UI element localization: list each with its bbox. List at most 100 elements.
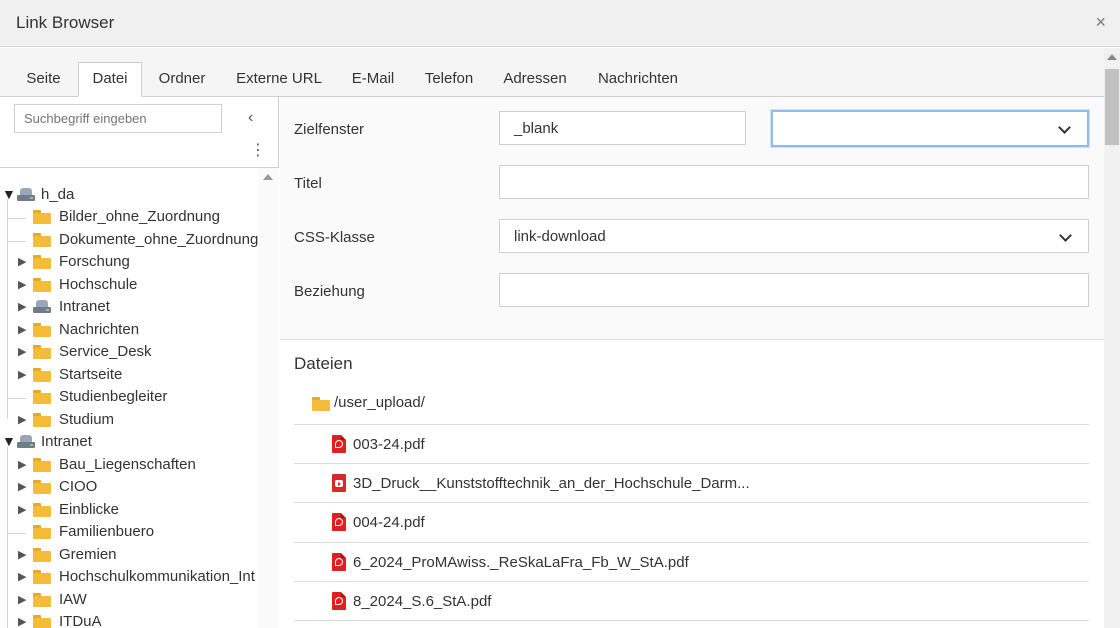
target-select[interactable] — [771, 110, 1089, 147]
collapsed-arrow-icon[interactable]: ▶ — [18, 413, 30, 426]
storage-mount-icon — [17, 188, 35, 204]
relation-input[interactable] — [499, 273, 1089, 307]
collapsed-arrow-icon[interactable]: ▶ — [18, 570, 30, 583]
tree-node-label: Hochschulkommunikation_Int — [59, 568, 255, 585]
css-class-select[interactable]: link-download — [499, 219, 1089, 253]
tree-menu-icon[interactable]: ⋮ — [250, 143, 266, 159]
pdf-file-icon — [332, 435, 346, 453]
tab-telefon[interactable]: Telefon — [416, 63, 482, 97]
tree-node-label: Familienbuero — [59, 523, 155, 540]
folder-path: /user_upload/ — [334, 394, 425, 411]
collapsed-arrow-icon[interactable]: ▶ — [18, 300, 30, 313]
tree-guide — [8, 218, 26, 219]
pdf-file-icon — [332, 513, 346, 531]
expanded-arrow-icon[interactable]: ▼ — [2, 433, 16, 449]
tree-node-label: Intranet — [41, 433, 92, 450]
tree-node-label: ITDuA — [59, 613, 102, 628]
file-row[interactable]: 6_2024_ProMAwiss._ReSkaLaFra_Fb_W_StA.pd… — [294, 542, 1089, 581]
tab-email[interactable]: E-Mail — [343, 63, 403, 97]
folder-icon — [33, 525, 51, 539]
tree-node-label: Startseite — [59, 366, 123, 383]
tree-guide — [7, 447, 8, 628]
target-input[interactable]: _blank — [499, 111, 746, 145]
tab-adressen[interactable]: Adressen — [495, 63, 575, 97]
tree-node-label: Hochschule — [59, 276, 138, 293]
collapsed-arrow-icon[interactable]: ▶ — [18, 593, 30, 606]
css-class-value: link-download — [514, 228, 606, 245]
collapsed-arrow-icon[interactable]: ▶ — [18, 345, 30, 358]
tree-node-label: Nachrichten — [59, 321, 140, 338]
collapsed-arrow-icon[interactable]: ▶ — [18, 323, 30, 336]
file-name: 8_2024_S.6_StA.pdf — [353, 593, 492, 610]
tree-guide — [8, 241, 26, 242]
storage-mount-icon — [33, 300, 51, 316]
scrollbar-thumb[interactable] — [1105, 69, 1119, 145]
tab-externe-url[interactable]: Externe URL — [228, 63, 330, 97]
file-name: 004-24.pdf — [353, 514, 425, 531]
collapsed-arrow-icon[interactable]: ▶ — [18, 278, 30, 291]
tree-scrollbar[interactable] — [259, 168, 279, 628]
collapse-sidebar-icon[interactable]: ‹ — [248, 109, 253, 127]
file-name: 3D_Druck__Kunststofftechnik_an_der_Hochs… — [353, 475, 750, 492]
collapsed-arrow-icon[interactable]: ▶ — [18, 255, 30, 268]
tab-seite[interactable]: Seite — [16, 63, 71, 97]
tree-node-label: Forschung — [59, 253, 130, 270]
tree-node-label: Intranet — [59, 298, 110, 315]
tree-node-label: Bilder_ohne_Zuordnung — [59, 208, 220, 225]
folder-icon — [33, 255, 51, 269]
collapsed-arrow-icon[interactable]: ▶ — [18, 458, 30, 471]
tab-datei[interactable]: Datei — [78, 62, 142, 97]
folder-icon — [33, 210, 51, 224]
tab-bar: Seite Datei Ordner Externe URL E-Mail Te… — [0, 48, 1104, 97]
tab-ordner[interactable]: Ordner — [150, 63, 214, 97]
tree-node-label: Dokumente_ohne_Zuordnung — [59, 231, 258, 248]
link-attributes-form: Zielfenster _blank Titel CSS-Klasse link… — [280, 97, 1104, 340]
target-label: Zielfenster — [294, 121, 365, 138]
collapsed-arrow-icon[interactable]: ▶ — [18, 548, 30, 561]
tree-search-input[interactable] — [14, 104, 222, 133]
tab-nachrichten[interactable]: Nachrichten — [589, 63, 687, 97]
collapsed-arrow-icon[interactable]: ▶ — [18, 480, 30, 493]
tree-divider — [0, 167, 279, 168]
storage-mount-icon — [17, 435, 35, 451]
folder-icon — [33, 480, 51, 494]
pdf-file-icon — [332, 592, 346, 610]
file-row[interactable]: 8_2024_S.6_StA.pdf — [294, 581, 1089, 620]
main-scrollbar[interactable] — [1104, 48, 1120, 628]
collapsed-arrow-icon[interactable]: ▶ — [18, 503, 30, 516]
relation-label: Beziehung — [294, 283, 365, 300]
tree-node-label: IAW — [59, 591, 87, 608]
folder-icon — [33, 278, 51, 292]
title-input[interactable] — [499, 165, 1089, 199]
video-file-icon — [332, 474, 346, 492]
folder-icon — [33, 503, 51, 517]
scroll-up-icon[interactable] — [263, 174, 273, 180]
folder-icon — [33, 548, 51, 562]
file-tree-panel: ‹ ⋮ ▼ h_da Bilder_ohne_Zuordnung Dokumen… — [0, 97, 279, 628]
folder-tree: ▼ h_da Bilder_ohne_Zuordnung Dokumente_o… — [0, 185, 258, 628]
scroll-up-icon[interactable] — [1107, 54, 1117, 60]
title-label: Titel — [294, 175, 322, 192]
collapsed-arrow-icon[interactable]: ▶ — [18, 368, 30, 381]
close-icon[interactable]: × — [1095, 13, 1106, 31]
tree-guide — [7, 199, 8, 419]
collapsed-arrow-icon[interactable]: ▶ — [18, 615, 30, 628]
folder-icon — [33, 233, 51, 247]
folder-icon — [33, 390, 51, 404]
file-row[interactable]: 004-24.pdf — [294, 502, 1089, 541]
folder-icon — [33, 323, 51, 337]
files-heading: Dateien — [294, 354, 353, 373]
folder-icon — [33, 458, 51, 472]
folder-icon — [33, 368, 51, 382]
folder-icon — [33, 615, 51, 628]
tree-guide — [8, 533, 26, 534]
window-title: Link Browser — [16, 13, 115, 32]
folder-icon — [33, 345, 51, 359]
file-row[interactable]: 003-24.pdf — [294, 424, 1089, 463]
folder-icon — [33, 570, 51, 584]
file-row[interactable]: 3D_Druck__Kunststofftechnik_an_der_Hochs… — [294, 463, 1089, 502]
folder-icon — [33, 593, 51, 607]
file-name: 6_2024_ProMAwiss._ReSkaLaFra_Fb_W_StA.pd… — [353, 554, 689, 571]
tree-node-label: Bau_Liegenschaften — [59, 456, 196, 473]
expanded-arrow-icon[interactable]: ▼ — [2, 186, 16, 202]
